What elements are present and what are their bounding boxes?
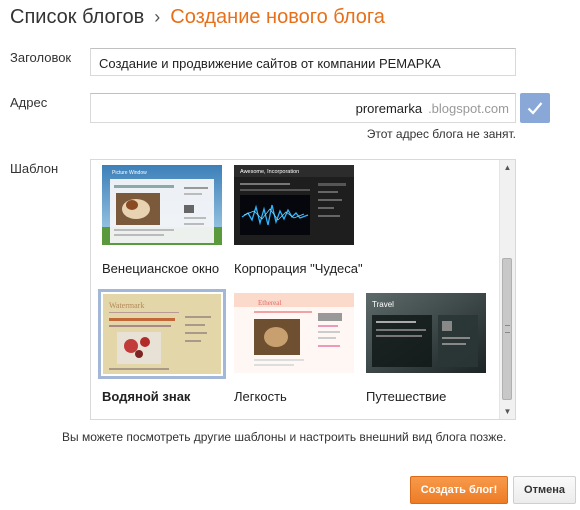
address-suffix: .blogspot.com xyxy=(428,100,509,116)
ethereal-preview: Ethereal xyxy=(234,293,354,373)
template-scrollbar[interactable]: ▲ ▼ xyxy=(499,160,515,419)
breadcrumb: Список блогов › Создание нового блога xyxy=(10,6,385,29)
address-value: proremarka xyxy=(355,100,423,116)
template-thumb-ethereal[interactable]: Ethereal xyxy=(234,293,354,373)
scrollbar-grip-icon xyxy=(505,325,510,333)
template-name[interactable]: Венецианское окно xyxy=(102,261,219,276)
template-thumb-caption: Awesome, Incorporation xyxy=(240,169,299,175)
checkmark-icon xyxy=(527,102,543,115)
travel-preview: Travel xyxy=(366,293,486,373)
template-name[interactable]: Путешествие xyxy=(366,389,446,404)
scrollbar-thumb[interactable] xyxy=(502,258,512,400)
watermark-preview: Watermark xyxy=(103,294,221,374)
template-thumb-awesome-inc[interactable]: Awesome, Incorporation xyxy=(234,165,354,245)
address-input[interactable]: proremarka .blogspot.com xyxy=(90,93,516,123)
title-input[interactable]: Создание и продвижение сайтов от компани… xyxy=(90,48,516,76)
page-title: Создание нового блога xyxy=(170,6,385,28)
template-thumb-caption: Travel xyxy=(372,300,394,309)
template-thumb-picture-window[interactable]: Picture Window xyxy=(102,165,222,245)
title-label: Заголовок xyxy=(10,50,72,65)
breadcrumb-separator: › xyxy=(154,7,161,27)
template-thumb-caption: Picture Window xyxy=(112,170,147,176)
template-thumb-caption: Watermark xyxy=(109,301,144,310)
template-hint: Вы можете посмотреть другие шаблоны и на… xyxy=(62,430,507,444)
scroll-down-arrow-icon[interactable]: ▼ xyxy=(500,404,515,419)
breadcrumb-blog-list-link[interactable]: Список блогов xyxy=(10,6,144,28)
template-name-selected[interactable]: Водяной знак xyxy=(102,389,190,404)
address-status: Этот адрес блога не занят. xyxy=(366,127,516,141)
scroll-up-arrow-icon[interactable]: ▲ xyxy=(500,160,515,175)
template-name[interactable]: Легкость xyxy=(234,389,287,404)
template-thumb-caption: Ethereal xyxy=(258,299,281,307)
cancel-button[interactable]: Отмена xyxy=(513,476,576,504)
picture-window-preview: Picture Window xyxy=(102,165,222,245)
template-thumb-travel[interactable]: Travel xyxy=(366,293,486,373)
template-thumb-watermark[interactable]: Watermark xyxy=(98,289,226,379)
awesome-inc-preview: Awesome, Incorporation xyxy=(234,165,354,245)
template-picker: Picture Window Венецианское окно Awesome… xyxy=(90,159,516,420)
template-label: Шаблон xyxy=(10,161,59,176)
create-blog-button[interactable]: Создать блог! xyxy=(410,476,508,504)
address-check-button[interactable] xyxy=(520,93,550,123)
address-label: Адрес xyxy=(10,95,48,110)
template-name[interactable]: Корпорация "Чудеса" xyxy=(234,261,363,276)
